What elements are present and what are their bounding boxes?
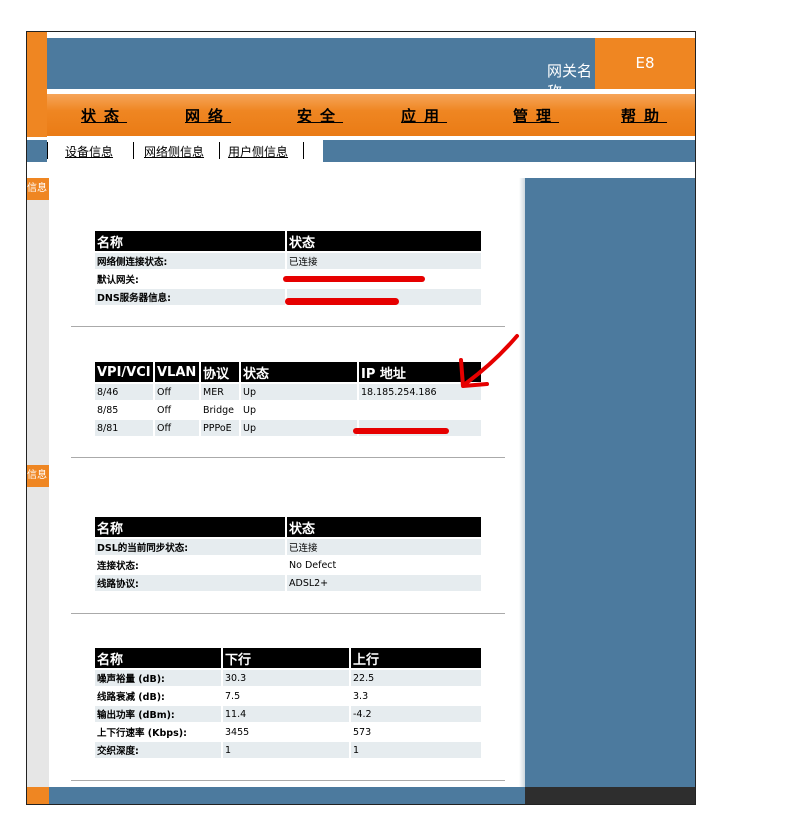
table-row: 噪声裕量 (dB): 30.3 22.5	[95, 670, 481, 686]
dsl-line-stats-table: 名称 下行 上行 噪声裕量 (dB): 30.3 22.5 线路衰减 (dB):…	[93, 646, 483, 760]
nav-network[interactable]: 网络	[185, 105, 231, 126]
table-row: 线路协议: ADSL2+	[95, 575, 481, 591]
subnav-device-info[interactable]: 设备信息	[65, 143, 113, 160]
table-header: 名称	[95, 231, 285, 251]
table-header: 状态	[241, 362, 357, 382]
nav-security[interactable]: 安全	[297, 105, 343, 126]
nav-management[interactable]: 管理	[513, 105, 559, 126]
table-header: 上行	[351, 648, 481, 668]
rail-tab-info-2[interactable]: 信息	[27, 465, 49, 487]
redaction-mark	[353, 428, 449, 434]
app-frame: 网关名称 E8 状态 网络 安全 应用 管理 帮助 设备信息 网络侧信息 用户侧…	[26, 31, 696, 805]
table-row: 上下行速率 (Kbps): 3455 573	[95, 724, 481, 740]
corner-accent	[27, 32, 47, 137]
table-header: 状态	[287, 231, 481, 251]
redaction-mark	[285, 298, 399, 305]
footer-bar-dark	[525, 787, 695, 804]
rail-tab-info[interactable]: 信息	[27, 178, 49, 200]
wan-status-table: 名称 状态 网络侧连接状态: 已连接 默认网关: DNS服务器信息:	[93, 229, 483, 307]
nav-application[interactable]: 应用	[401, 105, 447, 126]
table-row: 输出功率 (dBm): 11.4 -4.2	[95, 706, 481, 722]
table-row: 8/46 Off MER Up 18.185.254.186	[95, 384, 481, 400]
table-header: 状态	[287, 517, 481, 537]
wan-connections-table: VPI/VCI VLAN 协议 状态 IP 地址 8/46 Off MER Up…	[93, 360, 483, 438]
main-nav: 状态 网络 安全 应用 管理 帮助	[47, 94, 695, 136]
table-header: 协议	[201, 362, 239, 382]
sub-nav: 设备信息 网络侧信息 用户侧信息	[27, 140, 695, 162]
table-header: VPI/VCI	[95, 362, 153, 382]
subnav-user-side-info[interactable]: 用户侧信息	[228, 143, 288, 160]
table-row: 交织深度: 1 1	[95, 742, 481, 758]
table-row: 连接状态: No Defect	[95, 557, 481, 573]
nav-status[interactable]: 状态	[81, 105, 127, 126]
table-header: VLAN	[155, 362, 199, 382]
section-divider	[71, 613, 505, 614]
table-row: 网络侧连接状态: 已连接	[95, 253, 481, 269]
red-arrow-annotation-icon	[459, 334, 519, 388]
section-divider	[71, 780, 505, 781]
footer-bar	[49, 787, 525, 804]
table-row: 线路衰减 (dB): 7.5 3.3	[95, 688, 481, 704]
footer-accent	[27, 787, 49, 804]
left-rail: 信息 信息	[27, 178, 49, 804]
sub-nav-links: 设备信息 网络侧信息 用户侧信息	[47, 140, 323, 162]
table-row: DSL的当前同步状态: 已连接	[95, 539, 481, 555]
section-divider	[71, 326, 505, 327]
table-header: 名称	[95, 517, 285, 537]
table-header: 名称	[95, 648, 221, 668]
section-divider	[71, 457, 505, 458]
table-header: 下行	[223, 648, 349, 668]
subnav-network-side-info[interactable]: 网络侧信息	[144, 143, 204, 160]
header-bar: 网关名称	[47, 38, 595, 101]
gateway-name-value: E8	[595, 38, 695, 89]
redaction-mark	[283, 276, 425, 282]
right-panel	[525, 178, 695, 804]
table-row: 8/85 Off Bridge Up	[95, 402, 481, 418]
nav-help[interactable]: 帮助	[621, 105, 667, 126]
dsl-status-table: 名称 状态 DSL的当前同步状态: 已连接 连接状态: No Defect 线路…	[93, 515, 483, 593]
